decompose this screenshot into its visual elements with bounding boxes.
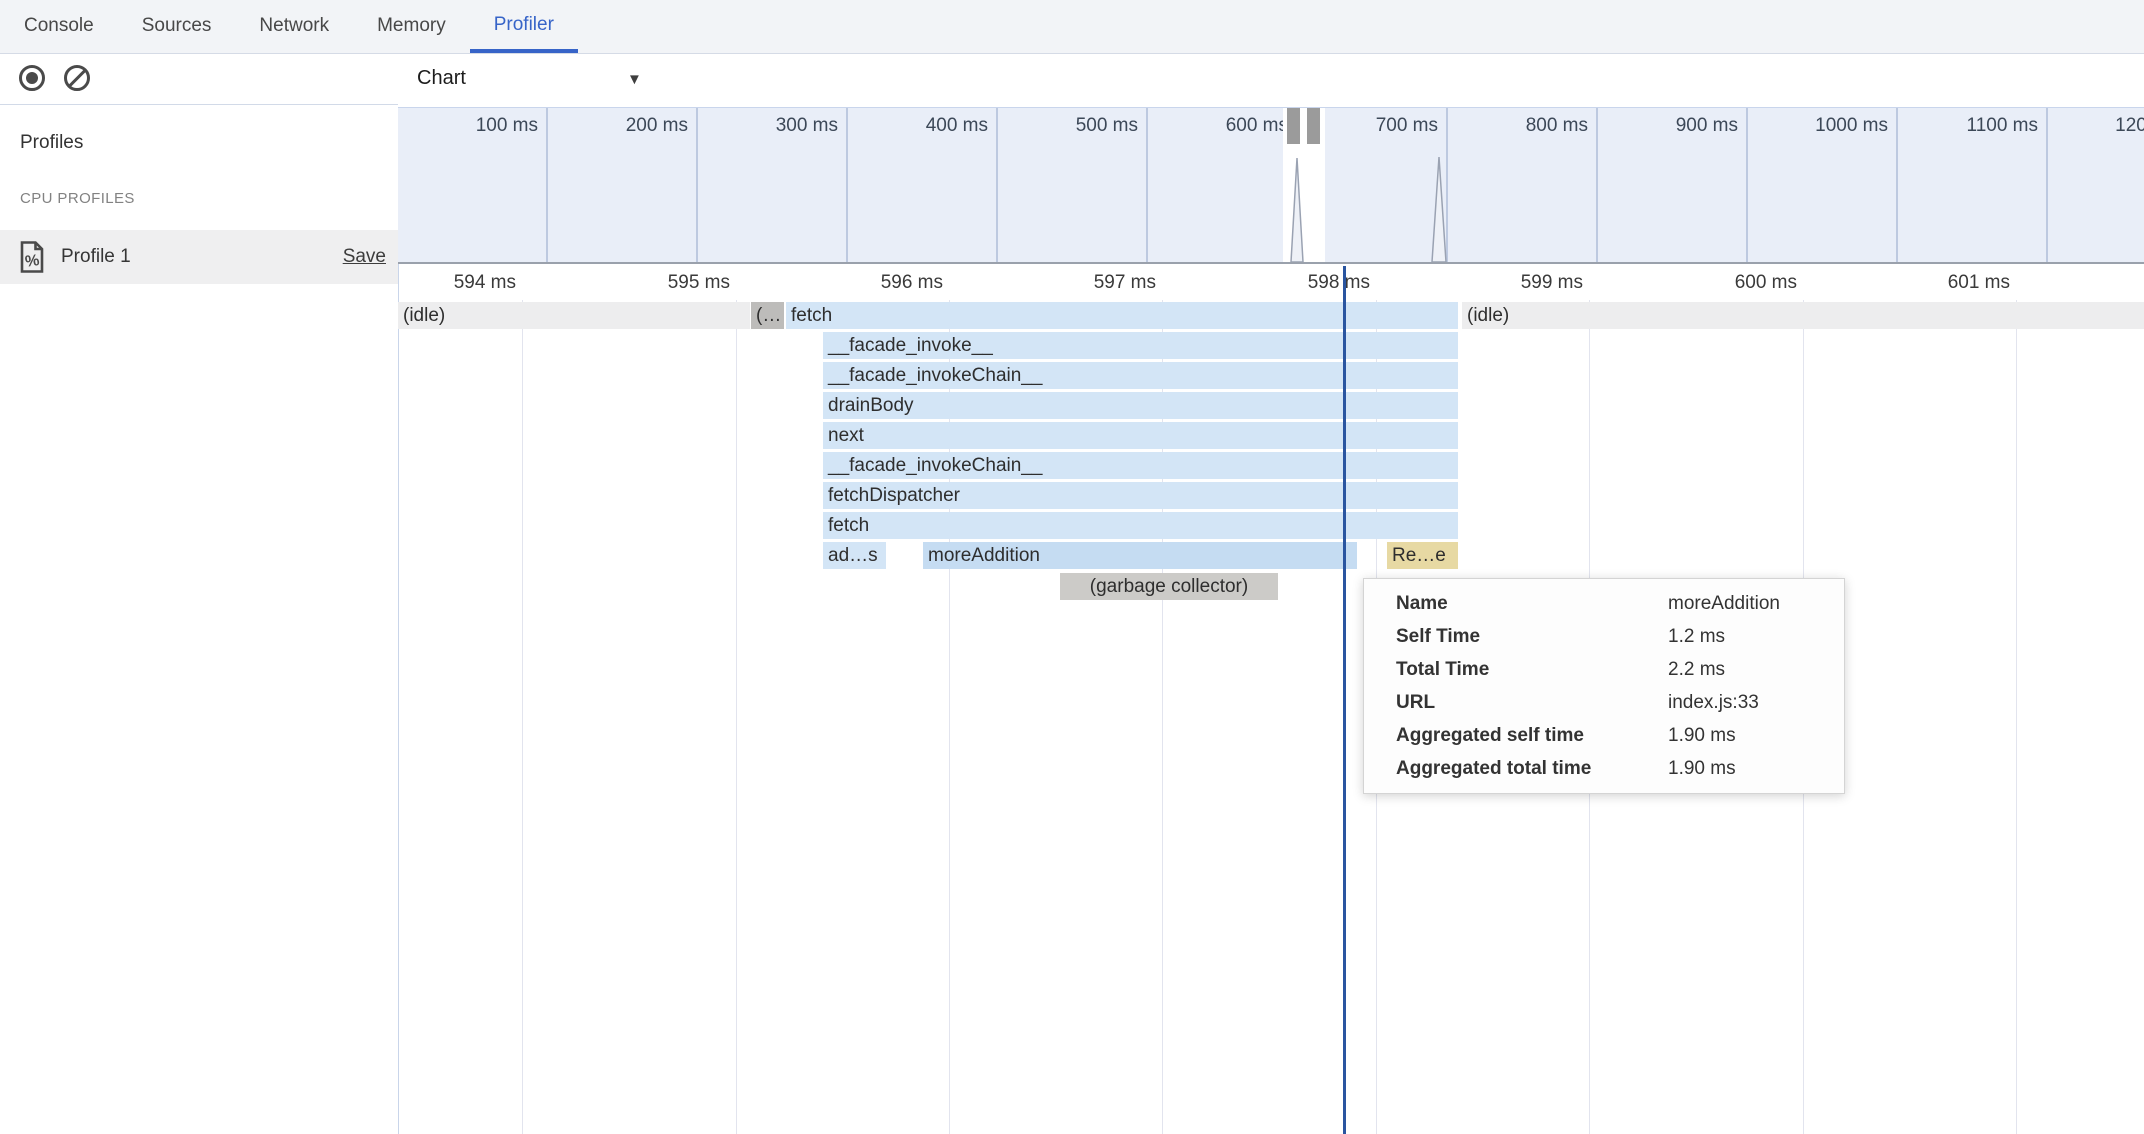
profiles-toolbar bbox=[0, 54, 398, 105]
profiler-panel: ConsoleSourcesNetworkMemoryProfiler Prof… bbox=[0, 0, 2144, 1134]
tooltip-row: URLindex.js:33 bbox=[1364, 686, 1844, 719]
gridline bbox=[736, 300, 737, 1134]
tooltip-label: Name bbox=[1396, 587, 1668, 620]
flame-bar[interactable]: fetch bbox=[786, 302, 1458, 329]
ruler-tick-label: 598 ms bbox=[1220, 266, 1370, 300]
clear-icon[interactable] bbox=[64, 65, 90, 91]
clear-slash bbox=[68, 70, 86, 88]
timeline-overview[interactable]: 100 ms200 ms300 ms400 ms500 ms600 ms700 … bbox=[398, 108, 2144, 262]
ruler-tick-label: 601 ms bbox=[1860, 266, 2010, 300]
tooltip-value: 2.2 ms bbox=[1668, 653, 1725, 686]
profiles-sidebar: Profiles CPU PROFILES % Profile 1 Save bbox=[0, 54, 399, 1134]
ruler-tick-label: 597 ms bbox=[1006, 266, 1156, 300]
record-icon[interactable] bbox=[19, 65, 45, 91]
save-link[interactable]: Save bbox=[343, 246, 386, 268]
flame-bar[interactable]: ad…s bbox=[823, 542, 886, 569]
cpu-spike bbox=[1432, 157, 1446, 262]
flame-bar[interactable]: fetch bbox=[823, 512, 1458, 539]
flame-bar[interactable]: next bbox=[823, 422, 1458, 449]
view-mode-label: Chart bbox=[417, 67, 466, 90]
record-dot bbox=[26, 72, 38, 84]
tooltip-value: index.js:33 bbox=[1668, 686, 1759, 719]
tooltip-row: Aggregated self time1.90 ms bbox=[1364, 719, 1844, 752]
cpu-profiles-section-label: CPU PROFILES bbox=[20, 190, 135, 207]
svg-text:%: % bbox=[24, 252, 40, 271]
tooltip-row: NamemoreAddition bbox=[1364, 587, 1844, 620]
ruler-tick-label: 594 ms bbox=[366, 266, 516, 300]
gridline bbox=[522, 300, 523, 1134]
ruler-tick-label: 599 ms bbox=[1433, 266, 1583, 300]
tab-memory[interactable]: Memory bbox=[353, 0, 470, 53]
tab-profiler[interactable]: Profiler bbox=[470, 0, 578, 53]
tooltip-label: Self Time bbox=[1396, 620, 1668, 653]
ruler-tick-label: 600 ms bbox=[1647, 266, 1797, 300]
tooltip-value: moreAddition bbox=[1668, 587, 1780, 620]
flame-bar[interactable]: moreAddition bbox=[923, 542, 1357, 569]
view-mode-dropdown[interactable]: Chart ▼ bbox=[398, 54, 698, 107]
tooltip-label: URL bbox=[1396, 686, 1668, 719]
cpu-spike bbox=[1291, 158, 1303, 262]
ruler-tick-label: 595 ms bbox=[580, 266, 730, 300]
tooltip-label: Total Time bbox=[1396, 653, 1668, 686]
flame-bar[interactable]: (idle) bbox=[1462, 302, 2144, 329]
flame-bar[interactable]: drainBody bbox=[823, 392, 1458, 419]
tab-console[interactable]: Console bbox=[0, 0, 118, 53]
playhead[interactable] bbox=[1343, 266, 1346, 1134]
devtools-tab-bar: ConsoleSourcesNetworkMemoryProfiler bbox=[0, 0, 2144, 54]
cpu-usage-spikes bbox=[398, 108, 2144, 262]
percent-document-icon: % bbox=[19, 241, 45, 273]
chevron-down-icon: ▼ bbox=[627, 71, 642, 88]
gridline bbox=[2016, 300, 2017, 1134]
tooltip-label: Aggregated self time bbox=[1396, 719, 1668, 752]
profiles-heading: Profiles bbox=[20, 132, 83, 154]
flame-bar[interactable]: __facade_invokeChain__ bbox=[823, 362, 1458, 389]
tooltip-label: Aggregated total time bbox=[1396, 752, 1668, 785]
tooltip-value: 1.90 ms bbox=[1668, 719, 1736, 752]
sidebar-item-profile-1[interactable]: % Profile 1 Save bbox=[0, 230, 398, 284]
tooltip-value: 1.90 ms bbox=[1668, 752, 1736, 785]
flame-bar[interactable]: __facade_invoke__ bbox=[823, 332, 1458, 359]
profile-name: Profile 1 bbox=[61, 246, 131, 268]
tooltip-value: 1.2 ms bbox=[1668, 620, 1725, 653]
flame-bar[interactable]: (… bbox=[751, 302, 784, 329]
tab-sources[interactable]: Sources bbox=[118, 0, 236, 53]
flame-bar[interactable]: __facade_invokeChain__ bbox=[823, 452, 1458, 479]
tooltip-row: Self Time1.2 ms bbox=[1364, 620, 1844, 653]
flame-bar[interactable]: (garbage collector) bbox=[1060, 573, 1278, 600]
tooltip-row: Aggregated total time1.90 ms bbox=[1364, 752, 1844, 785]
overview-bottom-border bbox=[398, 262, 2144, 264]
flame-bar[interactable]: (idle) bbox=[398, 302, 750, 329]
flame-bar[interactable]: fetchDispatcher bbox=[823, 482, 1458, 509]
frame-tooltip: NamemoreAdditionSelf Time1.2 msTotal Tim… bbox=[1363, 578, 1845, 794]
tab-network[interactable]: Network bbox=[235, 0, 353, 53]
flame-bar[interactable]: Re…e bbox=[1387, 542, 1458, 569]
tooltip-row: Total Time2.2 ms bbox=[1364, 653, 1844, 686]
ruler-tick-label: 596 ms bbox=[793, 266, 943, 300]
